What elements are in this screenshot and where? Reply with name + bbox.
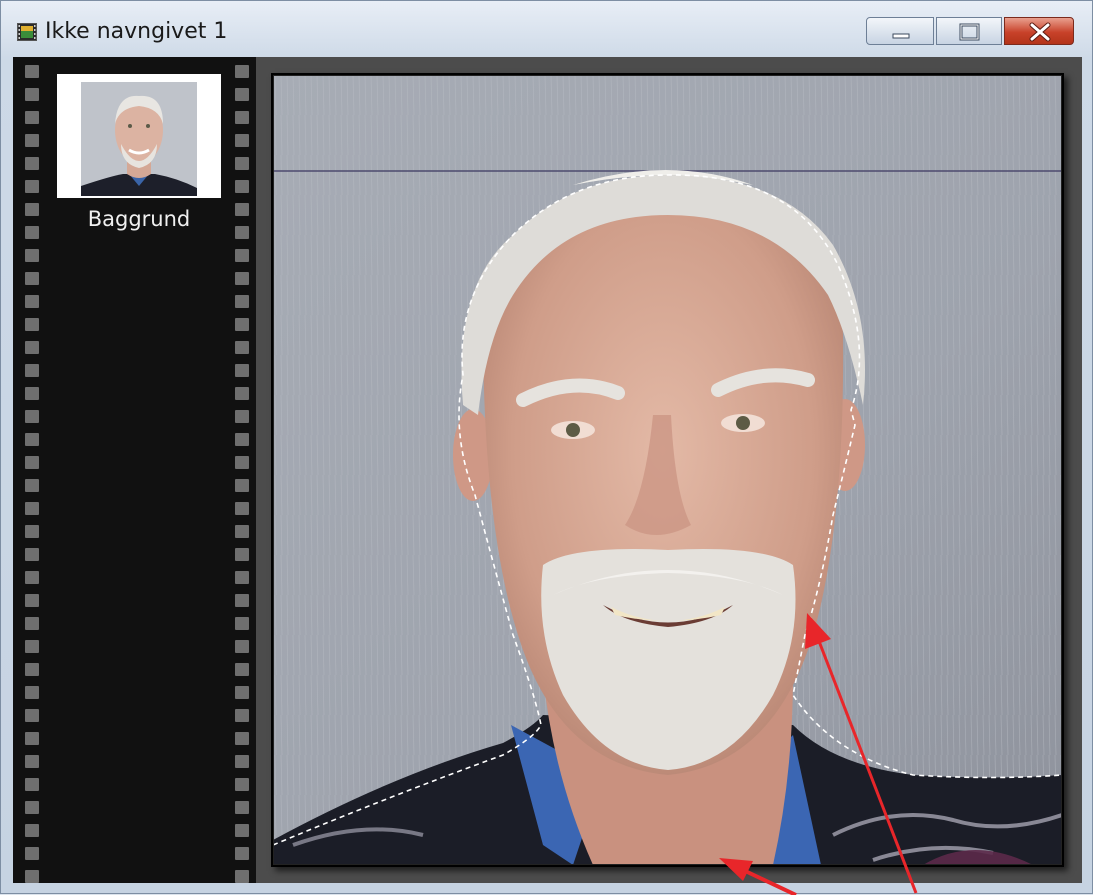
red-arrow-icon xyxy=(805,613,918,894)
red-arrow-icon xyxy=(719,858,797,895)
annotation-arrows xyxy=(719,613,918,895)
image-window: Ikke navngivet 1 Baggrund xyxy=(0,0,1093,895)
